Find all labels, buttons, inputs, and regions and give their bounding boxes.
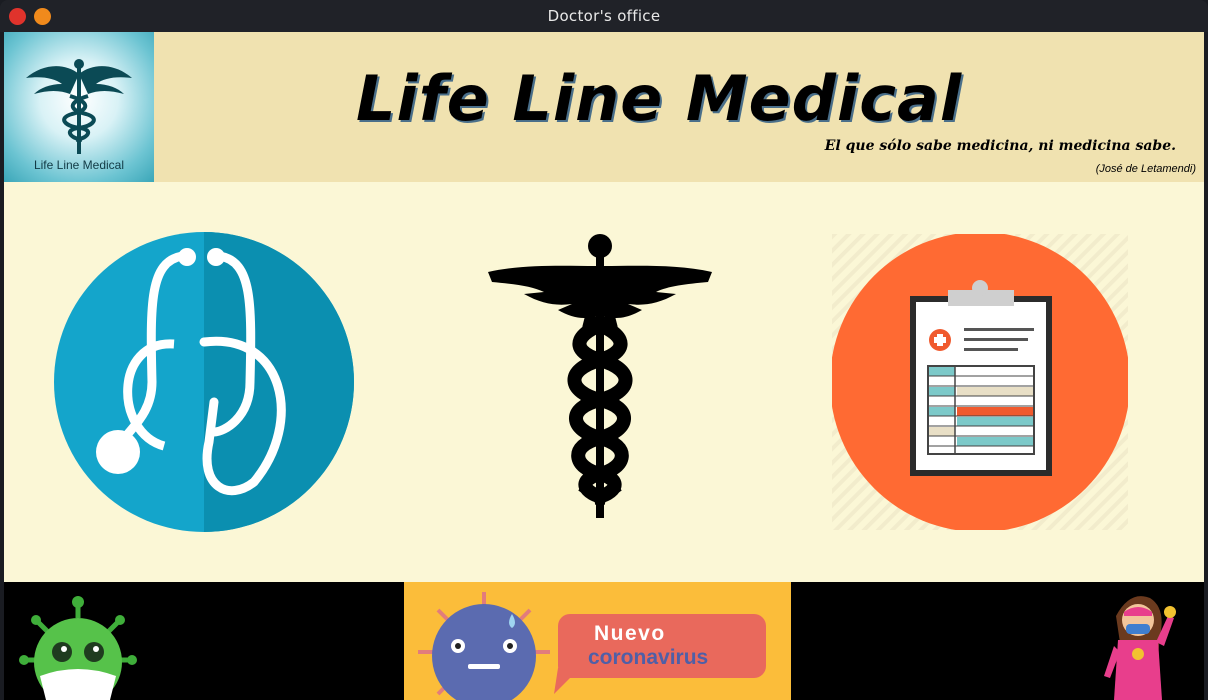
window-title: Doctor's office [547,7,661,25]
main-panel [4,182,1204,582]
banner-text-line2: coronavirus [588,646,709,669]
stethoscope-icon [54,232,354,532]
caduceus-icon [488,234,712,518]
banner-text-line1: Nuevo [594,622,666,645]
app-window: Life Line Medical Life Line Medical El q… [4,32,1204,700]
speech-bubble-tail-icon [554,668,580,694]
header-quote: El que sólo sabe medicina, ni medicina s… [824,138,1176,154]
virus-mascot-icon [19,596,137,700]
page-title: Life Line Medical [356,62,963,135]
stethoscope-tile[interactable] [54,232,354,532]
caduceus-logo-icon [26,59,132,154]
logo: Life Line Medical [4,32,154,182]
clipboard-tile[interactable] [830,232,1130,532]
coronavirus-banner[interactable]: Nuevo coronavirus [404,582,791,700]
medical-clipboard-icon [830,232,1130,532]
bottom-bar: Nuevo coronavirus [4,582,1204,700]
caduceus-tile[interactable] [484,232,716,522]
logo-caption: Life Line Medical [33,158,125,172]
header: Life Line Medical Life Line Medical El q… [4,32,1204,182]
coronavirus-character-icon [418,592,550,700]
window-titlebar: Doctor's office [0,0,1208,32]
quote-author: (José de Letamendi) [1095,163,1196,175]
superhero-nurse-icon [1104,596,1176,700]
